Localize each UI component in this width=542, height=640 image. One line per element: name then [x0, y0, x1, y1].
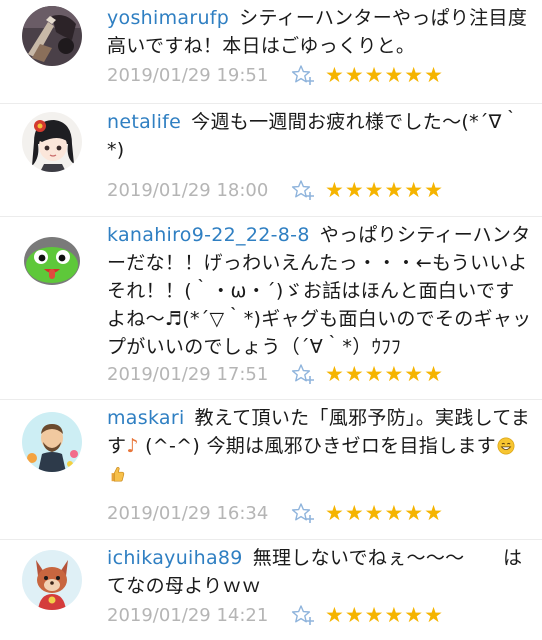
star-rating: ★★★★★★	[325, 501, 444, 525]
thumbs-up-emoji	[111, 467, 125, 482]
avatar[interactable]	[22, 229, 82, 289]
comment-meta: 2019/01/29 18:00 ★★★★★★	[107, 177, 444, 203]
star-add-icon[interactable]	[291, 502, 315, 524]
star-rating: ★★★★★★	[325, 63, 444, 87]
comment-meta: 2019/01/29 17:51 ★★★★★★	[107, 361, 444, 387]
comment-timestamp: 2019/01/29 17:51	[107, 363, 269, 385]
star-rating: ★★★★★★	[325, 178, 444, 202]
comment-meta: 2019/01/29 16:34 ★★★★★★	[107, 500, 444, 526]
comment-item: ichikayuiha89 無理しないでねぇ〜〜〜 はてなの母よりｗｗ 2019/…	[0, 540, 542, 640]
comment-list: yoshimarufp シティーハンターやっぱり注目度高いですね！本日はごゆっくり…	[0, 0, 542, 640]
comment-author[interactable]: maskari	[107, 407, 185, 429]
comment-timestamp: 2019/01/29 19:51	[107, 64, 269, 86]
star-add-icon[interactable]	[291, 179, 315, 201]
avatar[interactable]	[22, 112, 82, 172]
grinning-face-emoji	[497, 437, 515, 455]
comment-timestamp: 2019/01/29 14:21	[107, 604, 269, 626]
star-rating: ★★★★★★	[325, 603, 444, 627]
green-monster-avatar-icon	[22, 229, 82, 289]
comment-meta: 2019/01/29 14:21 ★★★★★★	[107, 602, 444, 628]
comment-item: maskari 教えて頂いた「風邪予防」。実践してます♪ (^-^) 今期は風邪ひ…	[0, 400, 542, 540]
comment-body: maskari 教えて頂いた「風邪予防」。実践してます♪ (^-^) 今期は風邪ひ…	[107, 404, 532, 488]
music-note-icon: ♪	[126, 435, 139, 457]
fox-character-avatar-icon	[22, 550, 82, 610]
avatar[interactable]	[22, 550, 82, 610]
anime-girl-avatar-icon	[22, 112, 82, 172]
comment-author[interactable]: kanahiro9-22_22-8-8	[107, 224, 310, 246]
comment-author[interactable]: netalife	[107, 111, 181, 133]
comment-body: kanahiro9-22_22-8-8 やっぱりシティーハンターだな！！げっわいえ…	[107, 221, 532, 361]
comment-author[interactable]: ichikayuiha89	[107, 547, 243, 569]
bearded-man-avatar-icon	[22, 412, 82, 472]
star-add-icon[interactable]	[291, 363, 315, 385]
comment-meta: 2019/01/29 19:51 ★★★★★★	[107, 62, 444, 88]
avatar[interactable]	[22, 6, 82, 66]
comment-body: ichikayuiha89 無理しないでねぇ〜〜〜 はてなの母よりｗｗ	[107, 544, 532, 600]
comment-text-part: (^-^) 今期は風邪ひきゼロを目指します	[138, 435, 496, 457]
comment-body: yoshimarufp シティーハンターやっぱり注目度高いですね！本日はごゆっくり…	[107, 4, 532, 60]
comment-item: netalife 今週も一週間お疲れ様でした〜(*´∇｀*) 2019/01/29…	[0, 104, 542, 217]
avatar[interactable]	[22, 412, 82, 472]
comment-item: yoshimarufp シティーハンターやっぱり注目度高いですね！本日はごゆっくり…	[0, 0, 542, 104]
comment-author[interactable]: yoshimarufp	[107, 7, 229, 29]
star-rating: ★★★★★★	[325, 362, 444, 386]
comment-item: kanahiro9-22_22-8-8 やっぱりシティーハンターだな！！げっわいえ…	[0, 217, 542, 400]
comment-timestamp: 2019/01/29 16:34	[107, 502, 269, 524]
comment-timestamp: 2019/01/29 18:00	[107, 179, 269, 201]
guitar-avatar-icon	[22, 6, 82, 66]
comment-body: netalife 今週も一週間お疲れ様でした〜(*´∇｀*)	[107, 108, 532, 164]
star-add-icon[interactable]	[291, 604, 315, 626]
star-add-icon[interactable]	[291, 64, 315, 86]
